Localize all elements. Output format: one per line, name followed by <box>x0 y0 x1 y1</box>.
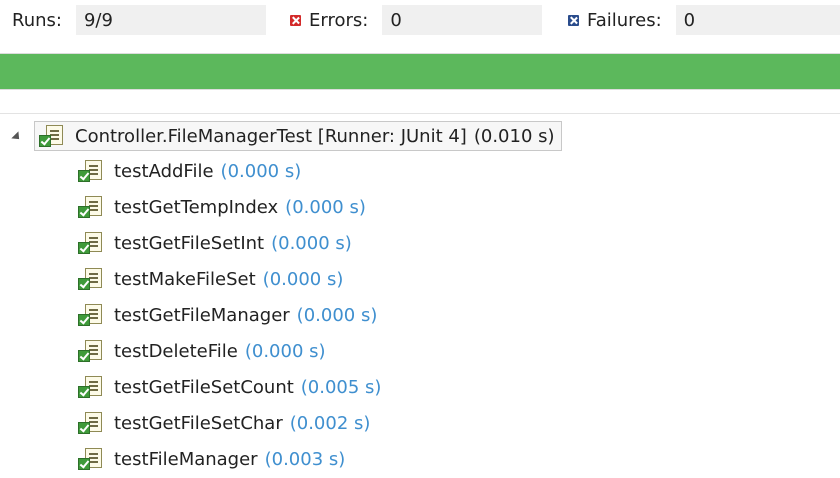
test-passed-icon <box>78 160 102 182</box>
test-case-name: testGetFileSetCount <box>114 376 294 398</box>
test-case-name: testGetTempIndex <box>114 196 279 218</box>
test-case-row[interactable]: testGetFileSetInt (0.000 s) <box>78 225 381 261</box>
test-case-row[interactable]: testGetFileSetCount (0.005 s) <box>78 369 381 405</box>
test-passed-icon <box>78 376 102 398</box>
runs-value: 9/9 <box>75 5 266 35</box>
test-case-name: testGetFileManager <box>114 304 290 326</box>
test-suite-time: (0.010 s) <box>473 125 555 147</box>
test-stats-bar: Runs: 9/9 Errors: 0 Failures: 0 <box>0 0 840 40</box>
failures-stat: Failures: 0 <box>568 5 840 35</box>
runs-label: Runs: <box>12 9 62 31</box>
errors-stat: Errors: 0 <box>290 5 543 35</box>
error-icon <box>290 14 301 26</box>
test-passed-icon <box>78 448 102 470</box>
test-case-time: (0.000 s) <box>244 340 326 362</box>
test-case-row[interactable]: testGetFileManager (0.000 s) <box>78 297 381 333</box>
errors-value: 0 <box>382 5 543 35</box>
progress-bar-fill <box>0 54 840 89</box>
test-case-name: testGetFileSetChar <box>114 412 283 434</box>
divider <box>0 113 840 114</box>
test-case-name: testGetFileSetInt <box>114 232 265 254</box>
test-passed-icon <box>78 232 102 254</box>
test-case-time: (0.000 s) <box>262 268 344 290</box>
test-case-name: testDeleteFile <box>114 340 238 362</box>
test-case-time: (0.000 s) <box>220 160 302 182</box>
test-suite-name: Controller.FileManagerTest [Runner: JUni… <box>75 125 467 147</box>
failures-label: Failures: <box>587 9 662 31</box>
runs-stat: Runs: 9/9 <box>12 5 266 35</box>
test-case-name: testFileManager <box>114 448 258 470</box>
test-case-row[interactable]: testGetFileSetChar (0.002 s) <box>78 405 381 441</box>
test-suite-label-box[interactable]: Controller.FileManagerTest [Runner: JUni… <box>34 121 562 151</box>
test-passed-icon <box>78 304 102 326</box>
test-case-row[interactable]: testMakeFileSet (0.000 s) <box>78 261 381 297</box>
test-case-row[interactable]: testDeleteFile (0.000 s) <box>78 333 381 369</box>
test-passed-icon <box>78 196 102 218</box>
test-case-row[interactable]: testAddFile (0.000 s) <box>78 153 381 189</box>
collapse-arrow-icon[interactable] <box>11 131 23 143</box>
test-case-time: (0.000 s) <box>271 232 352 254</box>
test-case-name: testMakeFileSet <box>114 268 256 290</box>
test-passed-icon <box>78 412 102 434</box>
test-passed-icon <box>78 268 102 290</box>
test-case-time: (0.000 s) <box>285 196 366 218</box>
test-case-row[interactable]: testGetTempIndex (0.000 s) <box>78 189 381 225</box>
test-suite-node[interactable]: Controller.FileManagerTest [Runner: JUni… <box>11 120 562 152</box>
test-suite-passed-icon <box>39 125 63 147</box>
test-passed-icon <box>78 340 102 362</box>
test-case-time: (0.002 s) <box>289 412 371 434</box>
test-case-row[interactable]: testFileManager (0.003 s) <box>78 441 381 477</box>
failure-icon <box>568 14 579 26</box>
test-progress-bar <box>0 53 840 90</box>
failures-value: 0 <box>675 5 840 35</box>
test-case-list: testAddFile (0.000 s) testGetTempIndex (0.0… <box>78 153 381 477</box>
test-case-time: (0.003 s) <box>264 448 346 470</box>
errors-label: Errors: <box>309 9 369 31</box>
test-case-time: (0.000 s) <box>296 304 378 326</box>
test-case-time: (0.005 s) <box>300 376 382 398</box>
test-case-name: testAddFile <box>114 160 214 182</box>
